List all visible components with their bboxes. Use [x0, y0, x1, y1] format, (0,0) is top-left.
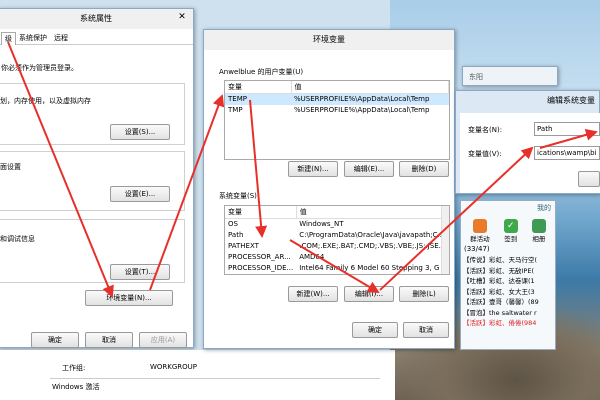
arrow-path-to-edit: [289, 239, 380, 294]
arrow-tab-to-env-button: [7, 41, 114, 298]
arrow-edit-to-value-field: [379, 146, 534, 291]
arrow-temp-to-path: [249, 99, 268, 238]
arrow-env-button-to-temp: [149, 94, 225, 291]
arrow-value-field-detail: [539, 128, 598, 149]
annotation-arrows: [7, 41, 598, 298]
